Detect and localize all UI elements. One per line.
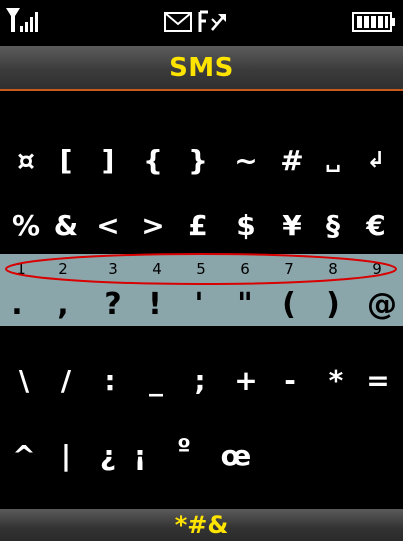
symbol-key[interactable]: !	[140, 284, 170, 326]
key-number: 3	[108, 260, 118, 278]
status-bar	[0, 0, 403, 46]
symbol-key[interactable]: ?	[98, 284, 128, 326]
key-number: 6	[240, 260, 250, 278]
symbol-row-1: ¤ [ ] { } ~ # ␣ ↲	[0, 133, 403, 189]
key-number-row: 1 2 3 4 5 6 7 8 9	[0, 254, 403, 284]
symbol-key[interactable]: §	[313, 198, 353, 254]
symbol-key[interactable]: @	[364, 284, 400, 326]
key-number: 7	[284, 260, 294, 278]
symbol-key[interactable]: º	[164, 428, 204, 484]
symbol-key[interactable]: ,	[48, 284, 78, 326]
symbol-key[interactable]: "	[230, 284, 260, 326]
symbol-key[interactable]: >	[133, 198, 173, 254]
symbol-key[interactable]: ¥	[272, 198, 312, 254]
symbol-key[interactable]: +	[226, 353, 266, 409]
signal-bars-icon	[6, 8, 38, 32]
symbol-key[interactable]: [	[46, 133, 86, 189]
symbol-key[interactable]: :	[90, 353, 130, 409]
call-forward-icon	[198, 10, 226, 32]
symbol-row-4: \ / : _ ; + - * =	[0, 353, 403, 409]
symbol-key[interactable]: =	[358, 353, 398, 409]
symbol-key[interactable]: £	[178, 198, 218, 254]
symbol-key[interactable]: *	[316, 353, 356, 409]
symbol-key[interactable]: %	[6, 198, 46, 254]
symbol-key[interactable]: (	[274, 284, 304, 326]
key-number: 2	[58, 260, 68, 278]
symbol-key[interactable]: {	[133, 133, 173, 189]
key-number: 9	[372, 260, 382, 278]
symbol-key[interactable]: _	[136, 353, 176, 409]
selected-symbol-row: . , ? ! ' " ( ) @	[0, 284, 403, 326]
key-number: 1	[16, 260, 26, 278]
symbol-key[interactable]: $	[226, 198, 266, 254]
symbol-key[interactable]: |	[46, 428, 86, 484]
newline-key[interactable]: ↲	[356, 133, 396, 189]
space-key[interactable]: ␣	[313, 133, 353, 189]
symbol-row-5: ^ | ¿ ¡ º œ	[0, 428, 403, 484]
page-title: SMS	[169, 53, 234, 83]
symbol-key[interactable]: #	[272, 133, 312, 189]
key-number: 8	[328, 260, 338, 278]
key-number: 4	[152, 260, 162, 278]
symbol-key[interactable]: )	[318, 284, 348, 326]
title-underline	[0, 89, 403, 91]
symbol-key[interactable]: }	[178, 133, 218, 189]
symbol-key[interactable]: /	[46, 353, 86, 409]
symbol-key[interactable]: ]	[88, 133, 128, 189]
symbol-key[interactable]: ^	[4, 428, 44, 484]
envelope-icon	[164, 12, 192, 32]
symbol-key[interactable]: .	[2, 284, 32, 326]
symbol-key[interactable]: ¡	[120, 428, 160, 484]
symbol-key[interactable]: ¤	[6, 133, 46, 189]
symbol-key[interactable]: œ	[208, 428, 264, 484]
symbol-key[interactable]: '	[184, 284, 214, 326]
symbol-key[interactable]: €	[356, 198, 396, 254]
symbol-key[interactable]: -	[270, 353, 310, 409]
symbol-key[interactable]: ;	[180, 353, 220, 409]
symbol-key[interactable]: \	[4, 353, 44, 409]
symbol-key[interactable]: &	[46, 198, 86, 254]
symbol-key[interactable]: <	[88, 198, 128, 254]
symbol-row-2: % & < > £ $ ¥ § €	[0, 198, 403, 254]
symbol-key[interactable]: ~	[226, 133, 266, 189]
symbol-set-softkey[interactable]: *#&	[0, 509, 403, 541]
key-number: 5	[196, 260, 206, 278]
battery-full-icon	[352, 12, 395, 32]
